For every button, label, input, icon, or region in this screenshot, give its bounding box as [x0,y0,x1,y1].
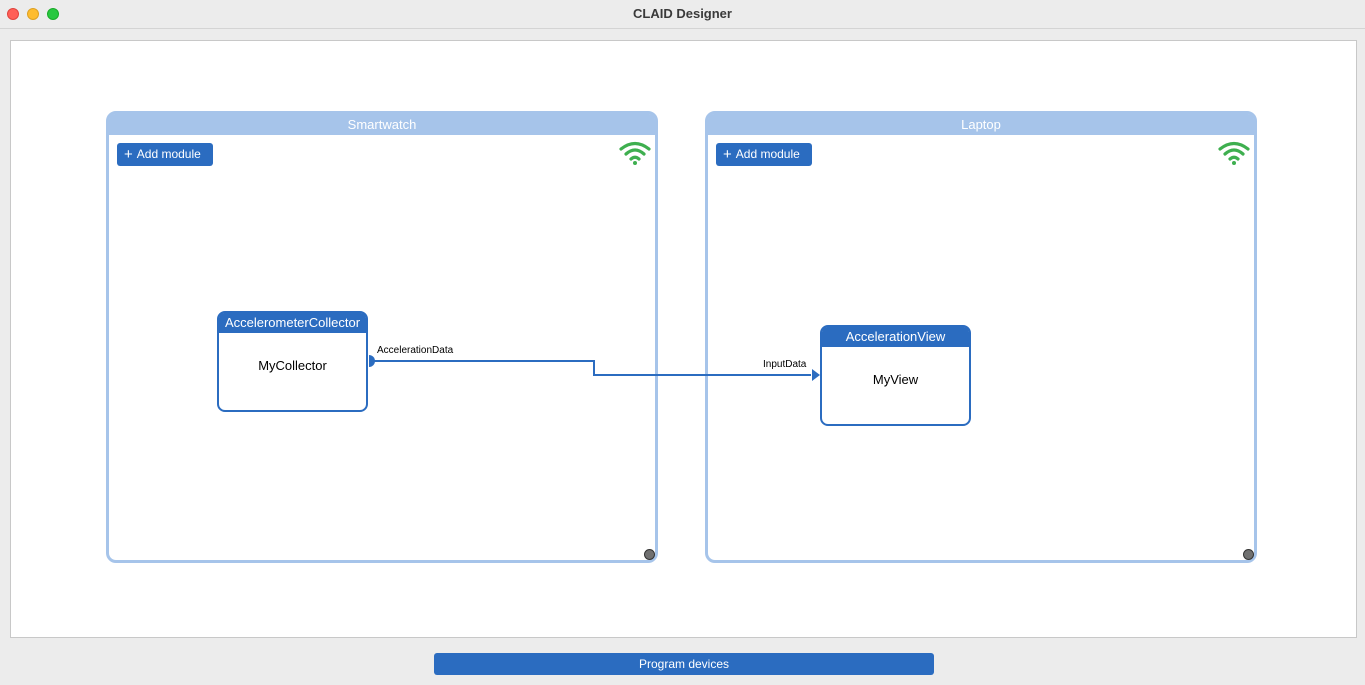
module-instance-name: MyCollector [258,358,327,373]
wifi-icon [619,141,651,165]
module-type-label: AccelerationView [822,327,969,347]
wifi-icon [1218,141,1250,165]
plus-icon: + [723,146,732,163]
window-titlebar: CLAID Designer [0,0,1365,29]
input-port-label: InputData [763,359,807,370]
module-accelerometer-collector[interactable]: AccelerometerCollector MyCollector [217,311,368,412]
output-port-label: AccelerationData [377,345,454,356]
program-devices-button[interactable]: Program devices [434,653,934,675]
device-resize-handle[interactable] [644,549,655,560]
window-title: CLAID Designer [633,6,732,21]
device-laptop[interactable]: Laptop + Add module [705,111,1257,563]
device-smartwatch[interactable]: Smartwatch + Add module [106,111,658,563]
add-module-label: Add module [735,147,800,161]
add-module-button[interactable]: + Add module [117,143,213,166]
designer-canvas[interactable]: Smartwatch + Add module Laptop + Add modul… [10,40,1357,638]
device-title[interactable]: Smartwatch [109,114,655,135]
plus-icon: + [124,146,133,163]
add-module-label: Add module [136,147,201,161]
module-instance-name: MyView [872,372,919,387]
module-acceleration-view[interactable]: AccelerationView MyView [820,325,971,426]
device-title[interactable]: Laptop [708,114,1254,135]
device-resize-handle[interactable] [1243,549,1254,560]
module-type-label: AccelerometerCollector [219,313,366,333]
add-module-button[interactable]: + Add module [716,143,812,166]
